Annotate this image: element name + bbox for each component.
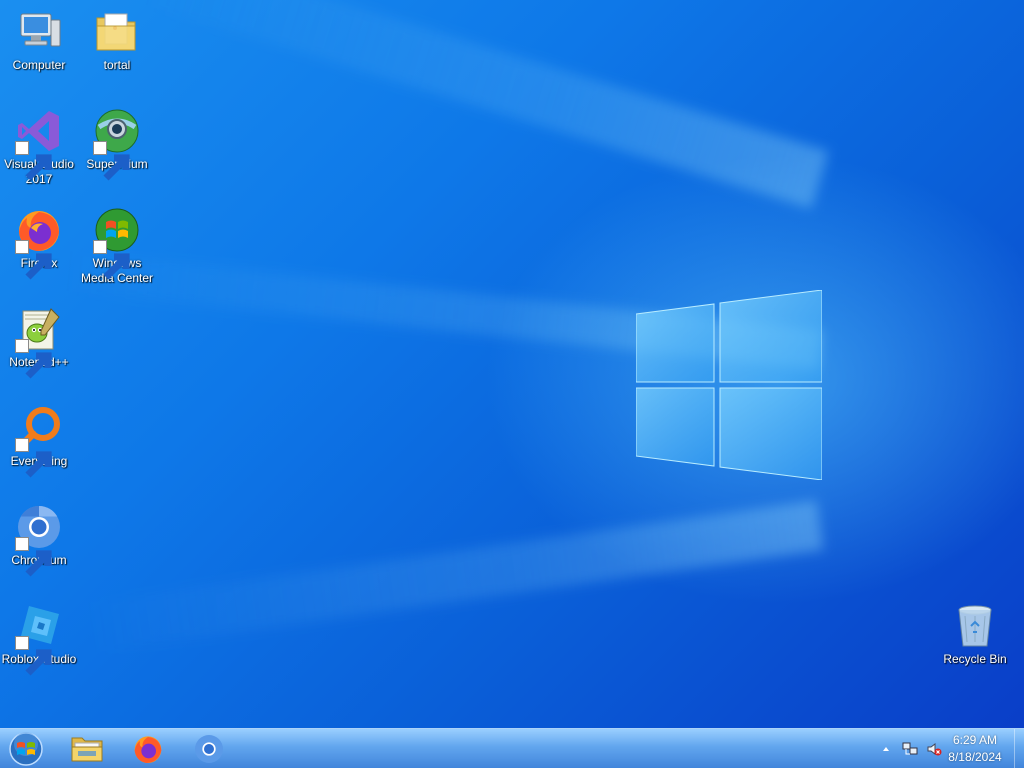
clock-date: 8/18/2024 [948,750,1002,764]
icon-label: tortal [103,58,131,72]
desktop-icon-roblox-studio[interactable]: Roblox Studio [0,598,78,688]
supermium-icon [93,107,141,181]
recycle-bin-icon [951,602,999,650]
taskbar-firefox[interactable] [124,731,172,767]
desktop-icon-firefox[interactable]: Firefox [0,202,78,292]
clock-time: 6:29 AM [952,733,998,747]
shortcut-arrow-icon [15,438,52,478]
chromium-icon [15,503,63,577]
shortcut-arrow-icon [15,636,52,676]
taskbar-chromium[interactable] [185,731,233,767]
shortcut-arrow-icon [15,141,52,181]
start-button[interactable] [2,731,50,767]
desktop-icon-notepad-plus-plus[interactable]: Notepad++ [0,301,78,391]
shortcut-arrow-icon [15,537,52,577]
computer-icon [15,8,63,56]
chevron-up-icon[interactable] [878,741,894,757]
roblox-studio-icon [15,602,63,676]
firefox-icon [15,206,63,280]
folder-icon [93,8,141,56]
shortcut-arrow-icon [93,240,130,280]
firefox-icon [134,736,162,763]
chromium-icon [195,735,223,763]
desktop-icon-everything[interactable]: Everything [0,400,78,490]
clock[interactable]: 6:29 AM 8/18/2024 [940,732,1010,766]
taskbar[interactable]: 6:29 AM 8/18/2024 [0,728,1024,769]
notepad-plus-plus-icon [15,305,63,379]
wallpaper-light-beam [141,0,829,209]
shortcut-arrow-icon [15,240,52,280]
everything-search-icon [15,404,63,478]
taskbar-file-explorer[interactable] [63,731,111,767]
show-desktop-button[interactable] [1014,729,1024,769]
desktop-icon-chromium[interactable]: Chromium [0,499,78,589]
network-icon[interactable] [902,741,918,757]
windows-orb-icon [9,732,43,766]
wallpaper-light-beam [83,500,824,653]
windows-logo-wallpaper [636,290,822,480]
desktop-icon-tortal[interactable]: tortal [78,4,156,94]
windows-media-center-icon [93,206,141,280]
shortcut-arrow-icon [15,339,52,379]
visual-studio-icon [15,107,63,181]
icon-label: Computer [12,58,66,72]
desktop[interactable]: Computer tortal Visual Studio 2017 Super… [0,0,1024,728]
desktop-icon-supermium[interactable]: Supermium [78,103,156,193]
shortcut-arrow-icon [93,141,130,181]
system-tray: 6:29 AM 8/18/2024 [864,729,1024,769]
desktop-icon-computer[interactable]: Computer [0,4,78,94]
desktop-icon-windows-media-center[interactable]: Windows Media Center [78,202,156,302]
desktop-icon-recycle-bin[interactable]: Recycle Bin [936,598,1014,688]
icon-label: Recycle Bin [943,652,1007,666]
desktop-icon-visual-studio-2017[interactable]: Visual Studio 2017 [0,103,78,203]
file-explorer-icon [71,737,103,762]
